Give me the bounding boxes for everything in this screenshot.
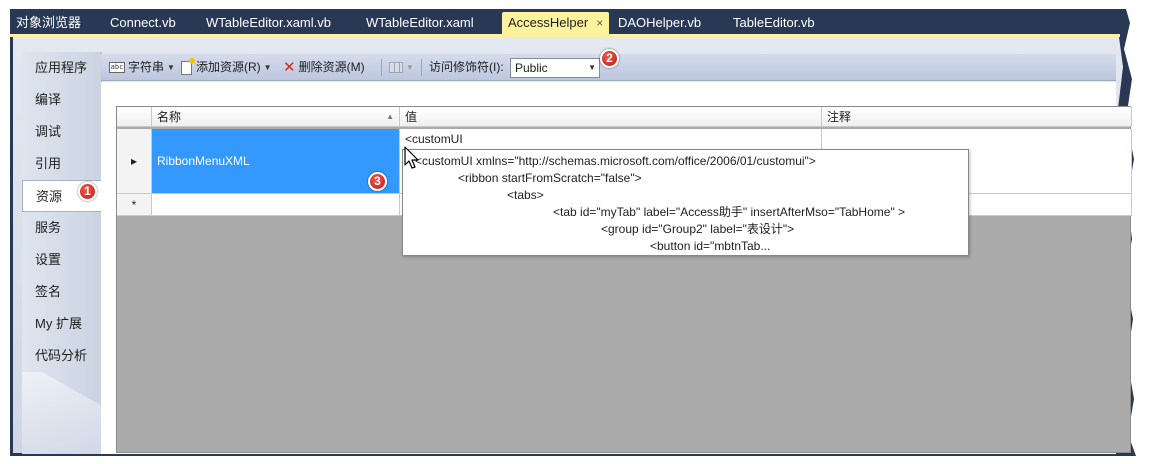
popup-line: <button id="mbtnTab... (650, 239, 771, 253)
popup-line: <tab id="myTab" label="Access助手" insertA… (553, 205, 906, 219)
sidebar-item-debug[interactable]: 调试 (22, 116, 102, 148)
sidebar-item-label: 应用程序 (35, 60, 88, 75)
close-icon[interactable]: × (596, 12, 603, 34)
add-resource-icon (181, 57, 195, 75)
strings-label: 字符串 (128, 60, 165, 74)
add-resource-label: 添加资源(R) (196, 60, 261, 74)
tab-label: WTableEditor.xaml.vb (206, 15, 331, 30)
tab-tableeditor-vb[interactable]: TableEditor.vb (733, 12, 815, 34)
tab-daohelper-vb[interactable]: DAOHelper.vb (618, 12, 701, 34)
delete-icon: ✕ (283, 59, 296, 77)
sidebar-item-label: My 扩展 (35, 316, 82, 331)
tab-label: 对象浏览器 (16, 15, 82, 30)
tab-wtableeditor-xaml[interactable]: WTableEditor.xaml (366, 12, 474, 34)
sidebar-item-label: 引用 (35, 156, 62, 171)
caret-down-icon: ▼ (263, 63, 272, 73)
toolbar-separator (421, 59, 422, 76)
tab-label: DAOHelper.vb (618, 15, 702, 30)
project-properties-sidebar: 应用程序 编译 调试 引用 资源 服务 设置 签名 My 扩展 代码分析 (22, 52, 103, 454)
sidebar-item-label: 编译 (35, 92, 62, 107)
strings-dropdown-button[interactable]: abc 字符串 ▼ (109, 54, 175, 81)
resource-name-cell[interactable]: RibbonMenuXML (152, 129, 400, 194)
column-header-name[interactable]: 名称 ▲ (152, 107, 400, 127)
sidebar-item-label: 调试 (35, 124, 62, 139)
string-resource-icon: abc (109, 62, 125, 74)
grid-corner-cell (117, 107, 152, 127)
tab-label: Connect.vb (110, 15, 176, 30)
value-preview-popup: <customUI xmlns="http://schemas.microsof… (402, 149, 969, 256)
sort-ascending-icon: ▲ (386, 112, 394, 121)
sidebar-footer-decoration (22, 372, 102, 454)
sidebar-item-label: 设置 (35, 252, 62, 267)
access-modifier-select[interactable]: Public ▼ (510, 58, 600, 78)
tab-accesshelper[interactable]: AccessHelper × (502, 12, 610, 34)
tab-label: TableEditor.vb (733, 15, 815, 30)
grid-view-icon (389, 62, 403, 74)
caret-down-icon: ▼ (406, 63, 414, 73)
column-header-label: 名称 (157, 110, 182, 124)
column-header-value[interactable]: 值 (400, 107, 822, 127)
sidebar-item-label: 服务 (35, 220, 62, 235)
sidebar-item-label: 代码分析 (35, 348, 88, 363)
sidebar-item-code-analysis[interactable]: 代码分析 (22, 340, 102, 372)
tab-label: AccessHelper (508, 15, 589, 30)
popup-line: <tabs> (507, 188, 544, 202)
add-resource-button[interactable]: 添加资源(R) ▼ (181, 54, 272, 81)
mouse-pointer-icon (404, 146, 419, 169)
callout-badge-2: 2 (600, 49, 619, 68)
sidebar-item-label: 签名 (35, 284, 62, 299)
popup-line: <group id="Group2" label="表设计"> (601, 222, 795, 236)
column-header-comment[interactable]: 注释 (822, 107, 1132, 127)
sidebar-item-services[interactable]: 服务 (22, 212, 102, 244)
new-row-marker: * (117, 194, 152, 216)
tab-connect-vb[interactable]: Connect.vb (110, 12, 176, 34)
view-dropdown-button[interactable]: ▼ (389, 54, 414, 81)
tab-label: WTableEditor.xaml (366, 15, 474, 30)
popup-line: <ribbon startFromScratch="false"> (458, 171, 642, 185)
popup-line: <customUI xmlns="http://schemas.microsof… (415, 154, 816, 168)
remove-resource-button[interactable]: ✕ 删除资源(M) (283, 54, 365, 81)
access-modifier-value: Public (515, 61, 548, 75)
toolbar-separator (381, 59, 382, 76)
sidebar-item-settings[interactable]: 设置 (22, 244, 102, 276)
sidebar-item-label: 资源 (36, 189, 63, 204)
callout-badge-1: 1 (78, 182, 97, 201)
caret-down-icon: ▼ (167, 63, 175, 73)
tab-object-browser[interactable]: 对象浏览器 (16, 12, 81, 34)
sidebar-item-references[interactable]: 引用 (22, 148, 102, 180)
callout-badge-3: 3 (368, 172, 387, 191)
sidebar-item-my-extensions[interactable]: My 扩展 (22, 308, 102, 340)
row-marker: ▸ (117, 129, 152, 194)
tab-strip-underline (10, 34, 1120, 37)
remove-resource-label: 删除资源(M) (298, 60, 365, 74)
column-header-label: 值 (405, 110, 418, 124)
sidebar-item-signing[interactable]: 签名 (22, 276, 102, 308)
access-modifier-label: 访问修饰符(I): (429, 54, 504, 81)
sidebar-item-application[interactable]: 应用程序 (22, 52, 102, 84)
new-name-cell[interactable] (152, 194, 400, 216)
grid-header-row: 名称 ▲ 值 注释 (117, 107, 1132, 127)
tab-wtableeditor-xaml-vb[interactable]: WTableEditor.xaml.vb (206, 12, 331, 34)
sidebar-item-compile[interactable]: 编译 (22, 84, 102, 116)
access-modifier-text: 访问修饰符(I): (429, 60, 504, 74)
caret-down-icon: ▼ (588, 63, 596, 72)
column-header-label: 注释 (827, 110, 852, 124)
